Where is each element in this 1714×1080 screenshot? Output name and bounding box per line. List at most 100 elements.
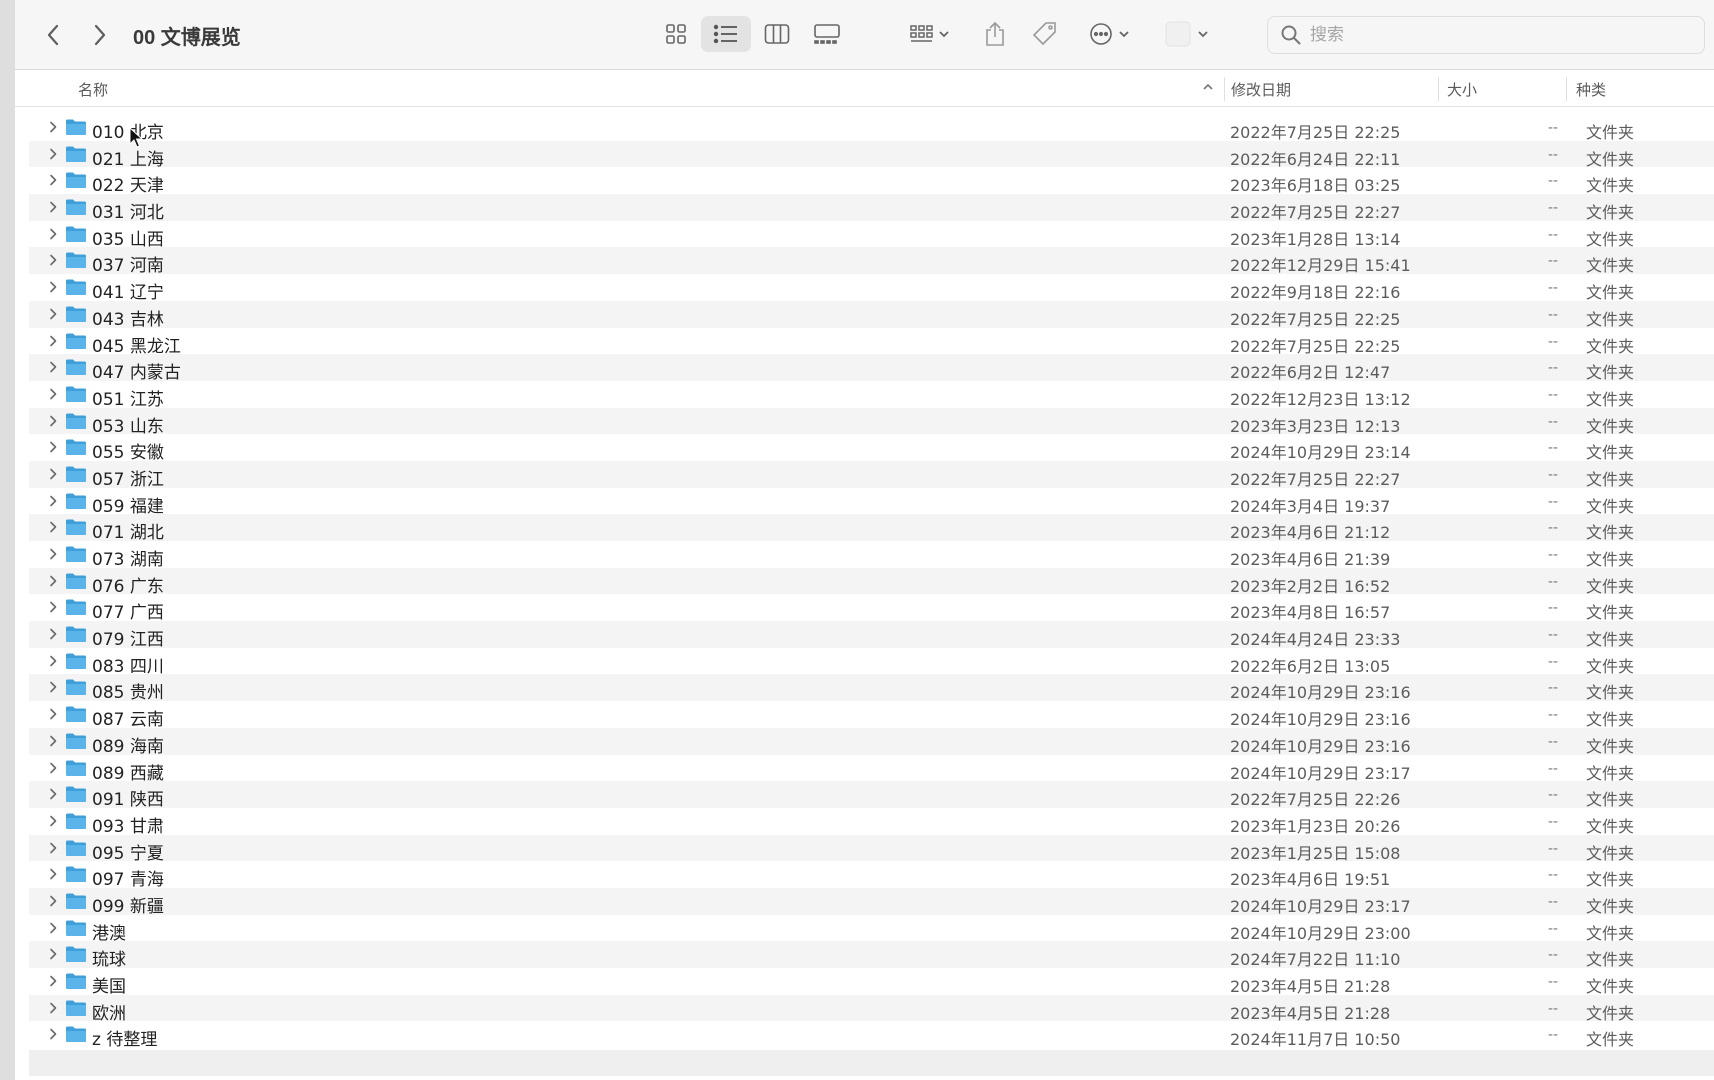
disclosure-chevron-icon[interactable] (46, 547, 60, 561)
folder-row[interactable]: 037 河南 2022年12月29日 15:41 -- 文件夹 (29, 247, 1714, 276)
disclosure-chevron-icon[interactable] (46, 974, 60, 988)
disclosure-chevron-icon[interactable] (46, 627, 60, 641)
disclosure-chevron-icon[interactable] (46, 520, 60, 534)
folder-row[interactable]: 010 北京 2022年7月25日 22:25 -- 文件夹 (29, 114, 1714, 143)
modified-date: 2023年3月23日 12:13 (1230, 416, 1401, 436)
disclosure-chevron-icon[interactable] (46, 921, 60, 935)
disclosure-chevron-icon[interactable] (46, 200, 60, 214)
folder-row[interactable]: 079 江西 2024年4月24日 23:33 -- 文件夹 (29, 621, 1714, 650)
sort-ascending-icon[interactable] (1201, 80, 1215, 94)
column-size-header[interactable]: 大小 (1447, 79, 1477, 100)
disclosure-chevron-icon[interactable] (46, 334, 60, 348)
disclosure-chevron-icon[interactable] (46, 227, 60, 241)
disclosure-chevron-icon[interactable] (46, 574, 60, 588)
disclosure-chevron-icon[interactable] (46, 787, 60, 801)
group-button[interactable] (900, 16, 960, 52)
disclosure-chevron-icon[interactable] (46, 387, 60, 401)
file-size: -- (1548, 786, 1558, 804)
column-kind-header[interactable]: 种类 (1576, 79, 1606, 100)
disclosure-chevron-icon[interactable] (46, 307, 60, 321)
column-name-header[interactable]: 名称 (78, 79, 108, 100)
folder-row[interactable]: 043 吉林 2022年7月25日 22:25 -- 文件夹 (29, 300, 1714, 330)
folder-row[interactable]: 091 陕西 2022年7月25日 22:26 -- 文件夹 (29, 781, 1714, 810)
folder-row[interactable]: 057 浙江 2022年7月25日 22:27 -- 文件夹 (29, 460, 1714, 490)
folder-row[interactable]: 085 贵州 2024年10月29日 23:16 -- 文件夹 (29, 674, 1714, 703)
column-date-header[interactable]: 修改日期 (1231, 79, 1291, 100)
action-button[interactable] (1080, 16, 1144, 52)
folder-row[interactable]: 053 山东 2023年3月23日 12:13 -- 文件夹 (29, 407, 1714, 437)
back-button[interactable] (38, 20, 68, 50)
disclosure-chevron-icon[interactable] (46, 600, 60, 614)
disclosure-chevron-icon[interactable] (46, 761, 60, 775)
disclosure-chevron-icon[interactable] (46, 360, 60, 374)
disclosure-chevron-icon[interactable] (46, 440, 60, 454)
file-size: -- (1548, 199, 1558, 217)
folder-row[interactable]: 076 广东 2023年2月2日 16:52 -- 文件夹 (29, 567, 1714, 597)
disclosure-chevron-icon[interactable] (46, 707, 60, 721)
folder-row[interactable]: 089 海南 2024年10月29日 23:16 -- 文件夹 (29, 727, 1714, 757)
disclosure-chevron-icon[interactable] (46, 894, 60, 908)
folder-row[interactable]: 港澳 2024年10月29日 23:00 -- 文件夹 (29, 915, 1714, 944)
disclosure-chevron-icon[interactable] (46, 814, 60, 828)
folder-row[interactable]: 097 青海 2023年4月6日 19:51 -- 文件夹 (29, 861, 1714, 890)
disclosure-chevron-icon[interactable] (46, 467, 60, 481)
modified-date: 2023年4月6日 19:51 (1230, 870, 1391, 890)
folder-row[interactable]: 095 宁夏 2023年1月25日 15:08 -- 文件夹 (29, 834, 1714, 864)
folder-row[interactable]: 美国 2023年4月5日 21:28 -- 文件夹 (29, 968, 1714, 997)
folder-row[interactable]: 093 甘肃 2023年1月23日 20:26 -- 文件夹 (29, 808, 1714, 837)
share-button[interactable] (970, 16, 1020, 52)
modified-date: 2024年10月29日 23:16 (1230, 736, 1411, 756)
disclosure-chevron-icon[interactable] (46, 253, 60, 267)
disclosure-chevron-icon[interactable] (46, 867, 60, 881)
folder-row[interactable]: 051 江苏 2022年12月23日 13:12 -- 文件夹 (29, 381, 1714, 410)
horizontal-scrollbar[interactable] (29, 1050, 1714, 1076)
disclosure-chevron-icon[interactable] (46, 947, 60, 961)
disclosure-chevron-icon[interactable] (46, 280, 60, 294)
search-field[interactable] (1267, 16, 1705, 54)
folder-row[interactable]: 022 天津 2023年6月18日 03:25 -- 文件夹 (29, 167, 1714, 196)
folder-row[interactable]: z 待整理 2024年11月7日 10:50 -- 文件夹 (29, 1021, 1714, 1050)
list-view-button[interactable] (701, 16, 751, 52)
folder-row[interactable]: 041 辽宁 2022年9月18日 22:16 -- 文件夹 (29, 274, 1714, 303)
folder-name: 051 江苏 (92, 389, 164, 410)
folder-row[interactable]: 073 湖南 2023年4月6日 21:39 -- 文件夹 (29, 541, 1714, 570)
disclosure-chevron-icon[interactable] (46, 654, 60, 668)
folder-row[interactable]: 琉球 2024年7月22日 11:10 -- 文件夹 (29, 941, 1714, 970)
file-kind: 文件夹 (1586, 389, 1635, 409)
folder-row[interactable]: 077 广西 2023年4月8日 16:57 -- 文件夹 (29, 594, 1714, 623)
quick-look-button[interactable] (1158, 16, 1220, 52)
folder-row[interactable]: 059 福建 2024年3月4日 19:37 -- 文件夹 (29, 488, 1714, 517)
folder-row[interactable]: 089 西藏 2024年10月29日 23:17 -- 文件夹 (29, 755, 1714, 784)
disclosure-chevron-icon[interactable] (46, 841, 60, 855)
column-view-button[interactable] (752, 16, 802, 52)
gallery-view-button[interactable] (802, 16, 852, 52)
disclosure-chevron-icon[interactable] (46, 494, 60, 508)
folder-row[interactable]: 031 河北 2022年7月25日 22:27 -- 文件夹 (29, 194, 1714, 223)
disclosure-chevron-icon[interactable] (46, 1027, 60, 1041)
disclosure-chevron-icon[interactable] (46, 414, 60, 428)
folder-row[interactable]: 083 四川 2022年6月2日 13:05 -- 文件夹 (29, 648, 1714, 677)
folder-row[interactable]: 087 云南 2024年10月29日 23:16 -- 文件夹 (29, 701, 1714, 730)
disclosure-chevron-icon[interactable] (46, 173, 60, 187)
column-divider[interactable] (1566, 77, 1567, 101)
search-input[interactable] (1310, 25, 1690, 45)
tag-button[interactable] (1020, 16, 1070, 52)
forward-button[interactable] (85, 20, 115, 50)
folder-row[interactable]: 欧洲 2023年4月5日 21:28 -- 文件夹 (29, 994, 1714, 1024)
disclosure-chevron-icon[interactable] (46, 734, 60, 748)
folder-row[interactable]: 035 山西 2023年1月28日 13:14 -- 文件夹 (29, 221, 1714, 250)
disclosure-chevron-icon[interactable] (46, 147, 60, 161)
column-divider[interactable] (1224, 77, 1225, 101)
folder-row[interactable]: 099 新疆 2024年10月29日 23:17 -- 文件夹 (29, 887, 1714, 917)
column-divider[interactable] (1438, 77, 1439, 101)
folder-row[interactable]: 055 安徽 2024年10月29日 23:14 -- 文件夹 (29, 434, 1714, 463)
disclosure-chevron-icon[interactable] (46, 680, 60, 694)
folder-row[interactable]: 071 湖北 2023年4月6日 21:12 -- 文件夹 (29, 514, 1714, 543)
folder-icon (66, 946, 86, 963)
icon-view-button[interactable] (651, 16, 701, 52)
folder-row[interactable]: 045 黑龙江 2022年7月25日 22:25 -- 文件夹 (29, 328, 1714, 357)
disclosure-chevron-icon[interactable] (46, 1001, 60, 1015)
folder-row[interactable]: 047 内蒙古 2022年6月2日 12:47 -- 文件夹 (29, 354, 1714, 383)
folder-row[interactable]: 021 上海 2022年6月24日 22:11 -- 文件夹 (29, 140, 1714, 170)
disclosure-chevron-icon[interactable] (46, 120, 60, 134)
